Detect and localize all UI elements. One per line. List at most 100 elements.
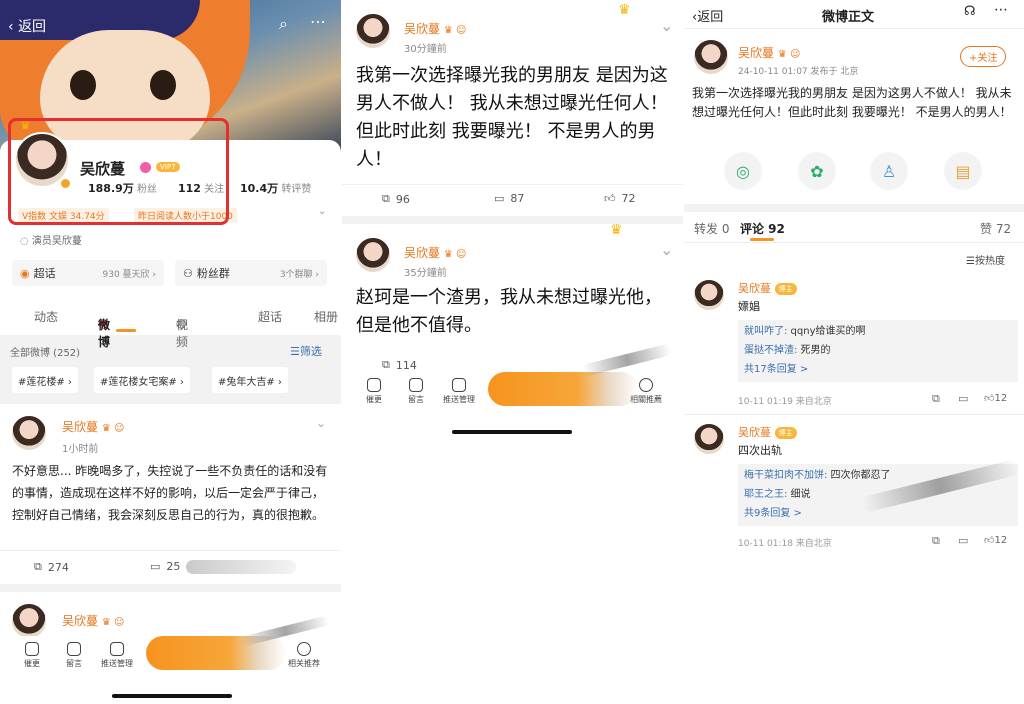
like-button[interactable]: 👍︎ 72 [604, 192, 636, 205]
shield-icon: ◌ [20, 236, 29, 247]
profile-tabs: 动态 ◉ 微博 ◍ 视频 超话 相册 [0, 300, 341, 349]
more-icon[interactable]: ⋯ [310, 12, 326, 31]
push-icon [452, 378, 466, 392]
share-icon[interactable]: ⧉ [932, 392, 940, 406]
tab-album[interactable]: 相册 [314, 308, 338, 325]
comment-avatar[interactable] [692, 422, 726, 456]
all-weibo-count: 全部微博 (252) [10, 348, 81, 359]
reply-item: 就叫咋了: qqny给谁买的啊 [744, 326, 866, 337]
save-button[interactable]: ▤ [944, 152, 982, 190]
post-avatar[interactable] [692, 38, 730, 76]
reply-icon[interactable]: ▭ [958, 534, 968, 547]
emoji-icons: ♛ ☺ [443, 249, 467, 260]
post-time: 35分鐘前 [404, 268, 447, 279]
divider [684, 242, 1024, 243]
urge-button[interactable]: 催更 [354, 378, 394, 405]
push-manage-button[interactable]: 推送管理 [97, 642, 137, 669]
push-manage-button[interactable]: 推送管理 [439, 378, 479, 405]
tab-reposts[interactable]: 转发 0 [694, 220, 729, 237]
author-badge: 博主 [774, 283, 797, 295]
redacted-overlay [488, 372, 638, 406]
repost-button[interactable]: ⧉ 274 [34, 560, 69, 574]
post-menu-icon[interactable]: ⌄ [660, 16, 673, 35]
divider [0, 550, 341, 551]
comment-icon: ▭ [494, 192, 505, 205]
post-menu-icon[interactable]: ⌄ [660, 240, 673, 259]
post-time: 1小时前 [62, 444, 99, 455]
back-button[interactable]: ‹返回 [692, 6, 723, 25]
push-icon [110, 642, 124, 656]
headphone-icon[interactable]: ☊ [964, 4, 976, 19]
comment-button[interactable]: ▭ 87 [494, 192, 524, 205]
thumb-up-icon: 👍︎ [604, 192, 616, 205]
filter-button[interactable]: ☰筛选 [290, 343, 322, 359]
repost-icon: ⧉ [382, 358, 390, 371]
post-text: 赵珂是一个渣男，我从未想过曝光他， 但是他不值得。 [356, 287, 662, 336]
comment-button[interactable]: ▭ 25 [150, 560, 180, 573]
interaction-stat[interactable]: 10.4万 转评赞 [240, 180, 311, 196]
home-indicator [112, 694, 232, 698]
post-avatar[interactable] [10, 602, 48, 640]
thumb-up-icon: 👍︎ [984, 535, 995, 546]
emoji-icons: ♛ ☺ [777, 49, 801, 60]
repost-button[interactable]: ⧉ 96 [382, 192, 410, 206]
related-button[interactable]: 相关推荐 [284, 642, 324, 669]
post-author[interactable]: 吴欣蔓 ♛ ☺ [738, 44, 800, 61]
post-avatar[interactable] [10, 414, 48, 452]
thumb-up-icon: 👍︎ [984, 393, 995, 404]
chaohua-chip[interactable]: ◉ 超话 930 蔓天欣 › [12, 260, 164, 286]
emoji-icons: ♛ ☺ [443, 25, 467, 36]
comment-avatar[interactable] [692, 278, 726, 312]
post-menu-icon[interactable]: ⌄ [316, 416, 326, 430]
post-author[interactable]: 吴欣蔓 ♛ ☺ [62, 418, 124, 435]
tab-chaohua[interactable]: 超话 [258, 308, 282, 325]
bell-icon [25, 642, 39, 656]
urge-button[interactable]: 催更 [12, 642, 52, 669]
more-icon[interactable]: ⋯ [994, 2, 1008, 18]
share-icon[interactable]: ⧉ [932, 534, 940, 548]
comment-meta: 10-11 01:18 来自北京 [738, 539, 832, 549]
banner-eye [70, 70, 96, 100]
comment-author[interactable]: 吴欣蔓 博主 [738, 280, 797, 296]
repost-button[interactable]: ⧉ 114 [382, 358, 417, 372]
bookmark-icon: ▤ [955, 161, 971, 181]
comment-meta: 10-11 01:19 来自北京 [738, 397, 832, 407]
back-button[interactable]: ‹ 返回 [8, 16, 46, 36]
post-avatar[interactable] [354, 12, 392, 50]
search-icon[interactable]: ⌕ [279, 14, 288, 34]
sort-button[interactable]: ☰按热度 [966, 252, 1005, 267]
detail-panel: ‹返回 微博正文 ☊ ⋯ 吴欣蔓 ♛ ☺ 24-10-11 01:07 发布于 … [684, 0, 1024, 704]
moments-share-button[interactable]: ✿ [798, 152, 836, 190]
tab-comments[interactable]: 评论 92 [740, 220, 785, 237]
post-text: 不好意思... 昨晚喝多了，失控说了一些不负责任的话和没有的事情，造成现在这样不… [12, 464, 328, 522]
chevron-left-icon: ‹ [8, 19, 14, 35]
topic-tag[interactable]: #兔年大吉# › [212, 367, 288, 393]
message-button[interactable]: 留言 [396, 378, 436, 405]
chevron-down-icon[interactable]: ⌄ [318, 206, 326, 217]
post-author[interactable]: 吴欣蔓 ♛ ☺ [404, 20, 466, 37]
like-button[interactable]: 👍︎12 [984, 392, 1007, 404]
filter-icon: ☰ [290, 345, 300, 358]
post-author[interactable]: 吴欣蔓 ♛ ☺ [62, 612, 124, 629]
message-button[interactable]: 留言 [54, 642, 94, 669]
wechat-share-button[interactable]: ◎ [724, 152, 762, 190]
post-avatar[interactable] [354, 236, 392, 274]
highlight-box [8, 118, 229, 225]
like-button[interactable]: 👍︎12 [984, 534, 1007, 546]
separator [342, 216, 683, 224]
fans-group-chip[interactable]: ⚇ 粉丝群 3个群聊 › [175, 260, 327, 286]
comment-text: 嫖娼 [738, 300, 760, 313]
topic-tag[interactable]: #莲花楼# › [12, 367, 78, 393]
topic-tag[interactable]: #莲花楼女宅案# › [94, 367, 190, 393]
emoji-icons: ♛ ☺ [101, 423, 125, 434]
qq-share-button[interactable]: ♙ [870, 152, 908, 190]
crown-icon: ♛ [610, 222, 623, 238]
more-replies-link[interactable]: 共17条回复 > [744, 360, 1012, 379]
follow-button[interactable]: +关注 [960, 46, 1007, 67]
post-author[interactable]: 吴欣蔓 ♛ ☺ [404, 244, 466, 261]
reply-icon[interactable]: ▭ [958, 392, 968, 405]
tab-dynamic[interactable]: 动态 [34, 308, 58, 325]
reply-box[interactable]: 就叫咋了: qqny给谁买的啊 蛋挞不掉渣: 死男的 共17条回复 > [738, 320, 1018, 382]
tab-likes[interactable]: 赞 72 [980, 220, 1011, 237]
comment-author[interactable]: 吴欣蔓 博主 [738, 424, 797, 440]
